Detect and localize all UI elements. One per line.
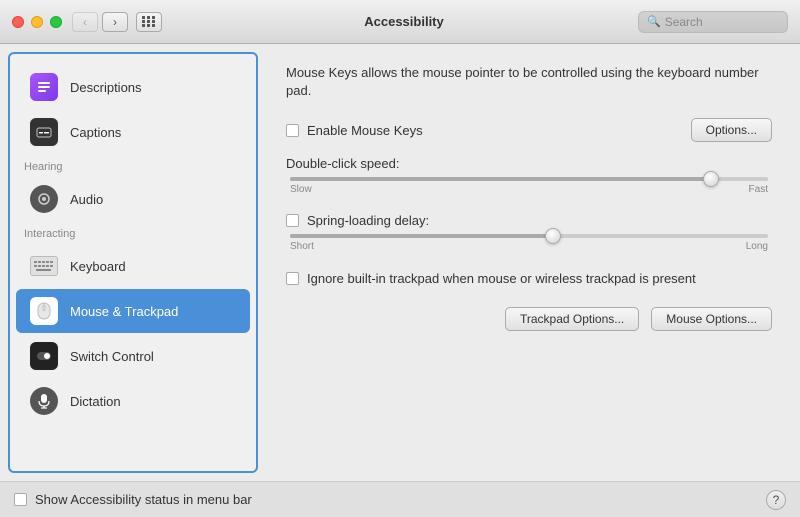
ignore-trackpad-row: Ignore built-in trackpad when mouse or w… xyxy=(286,270,772,288)
spring-loading-delay-thumb[interactable] xyxy=(545,228,561,244)
enable-mouse-keys-checkbox-row: Enable Mouse Keys xyxy=(286,123,423,138)
double-click-speed-track xyxy=(290,177,768,181)
app-grid-button[interactable] xyxy=(136,12,162,32)
spring-loading-delay-track xyxy=(290,234,768,238)
search-box[interactable]: 🔍 xyxy=(638,11,788,33)
double-click-speed-labels: Slow Fast xyxy=(290,184,768,195)
sidebar-item-mouse-trackpad[interactable]: Mouse & Trackpad xyxy=(16,289,250,333)
minimize-button[interactable] xyxy=(31,16,43,28)
enable-mouse-keys-row: Enable Mouse Keys Options... xyxy=(286,118,772,142)
descriptions-label: Descriptions xyxy=(70,80,142,95)
long-label: Long xyxy=(746,241,768,252)
sidebar-item-keyboard[interactable]: Keyboard xyxy=(16,244,250,288)
section-interacting: Interacting xyxy=(10,222,256,243)
sidebar-item-audio[interactable]: Audio xyxy=(16,177,250,221)
slow-label: Slow xyxy=(290,184,312,195)
show-status-checkbox[interactable] xyxy=(14,493,27,506)
spring-loading-delay-section: Spring-loading delay: Short Long xyxy=(286,213,772,252)
window-title: Accessibility xyxy=(170,14,638,29)
detail-panel: Mouse Keys allows the mouse pointer to b… xyxy=(258,44,800,481)
spring-loading-label: Spring-loading delay: xyxy=(307,213,429,228)
search-input[interactable] xyxy=(665,15,779,29)
enable-mouse-keys-checkbox[interactable] xyxy=(286,124,299,137)
bottom-bar: Show Accessibility status in menu bar ? xyxy=(0,481,800,517)
short-label: Short xyxy=(290,241,314,252)
forward-button[interactable]: › xyxy=(102,12,128,32)
help-button[interactable]: ? xyxy=(766,490,786,510)
sidebar-item-dictation[interactable]: Dictation xyxy=(16,379,250,423)
ignore-trackpad-checkbox[interactable] xyxy=(286,272,299,285)
captions-icon xyxy=(28,116,60,148)
main-content: Descriptions Captions Hearing Audio Inte… xyxy=(0,44,800,481)
spring-loading-delay-fill xyxy=(290,234,553,238)
options-button[interactable]: Options... xyxy=(691,118,772,142)
mouse-trackpad-icon xyxy=(28,295,60,327)
ignore-trackpad-label: Ignore built-in trackpad when mouse or w… xyxy=(307,270,696,288)
spring-loading-checkbox[interactable] xyxy=(286,214,299,227)
mouse-trackpad-label: Mouse & Trackpad xyxy=(70,304,178,319)
close-button[interactable] xyxy=(12,16,24,28)
switch-control-label: Switch Control xyxy=(70,349,154,364)
dictation-label: Dictation xyxy=(70,394,121,409)
back-button[interactable]: ‹ xyxy=(72,12,98,32)
trackpad-options-button[interactable]: Trackpad Options... xyxy=(505,307,639,331)
section-hearing: Hearing xyxy=(10,155,256,176)
spring-loading-delay-labels: Short Long xyxy=(290,241,768,252)
traffic-lights xyxy=(12,16,62,28)
sidebar-item-switch-control[interactable]: Switch Control xyxy=(16,334,250,378)
fast-label: Fast xyxy=(749,184,768,195)
spring-loading-row: Spring-loading delay: xyxy=(286,213,772,228)
spring-loading-delay-slider[interactable]: Short Long xyxy=(290,234,768,252)
detail-description: Mouse Keys allows the mouse pointer to b… xyxy=(286,64,772,100)
double-click-speed-label: Double-click speed: xyxy=(286,156,772,171)
descriptions-icon xyxy=(28,71,60,103)
sidebar-item-descriptions[interactable]: Descriptions xyxy=(16,65,250,109)
bottom-buttons: Trackpad Options... Mouse Options... xyxy=(286,307,772,331)
show-status-label: Show Accessibility status in menu bar xyxy=(35,492,252,507)
switch-control-icon xyxy=(28,340,60,372)
nav-buttons: ‹ › xyxy=(72,12,128,32)
keyboard-label: Keyboard xyxy=(70,259,126,274)
double-click-speed-slider[interactable]: Slow Fast xyxy=(290,177,768,195)
show-status-row: Show Accessibility status in menu bar xyxy=(14,492,766,507)
sidebar-item-captions[interactable]: Captions xyxy=(16,110,250,154)
keyboard-icon xyxy=(28,250,60,282)
grid-icon xyxy=(142,16,156,27)
audio-icon xyxy=(28,183,60,215)
captions-label: Captions xyxy=(70,125,121,140)
search-icon: 🔍 xyxy=(647,15,661,28)
enable-mouse-keys-label: Enable Mouse Keys xyxy=(307,123,423,138)
maximize-button[interactable] xyxy=(50,16,62,28)
audio-label: Audio xyxy=(70,192,103,207)
double-click-speed-section: Double-click speed: Slow Fast xyxy=(286,156,772,195)
sidebar: Descriptions Captions Hearing Audio Inte… xyxy=(8,52,258,473)
titlebar: ‹ › Accessibility 🔍 xyxy=(0,0,800,44)
double-click-speed-thumb[interactable] xyxy=(703,171,719,187)
mouse-options-button[interactable]: Mouse Options... xyxy=(651,307,772,331)
double-click-speed-fill xyxy=(290,177,711,181)
dictation-icon xyxy=(28,385,60,417)
